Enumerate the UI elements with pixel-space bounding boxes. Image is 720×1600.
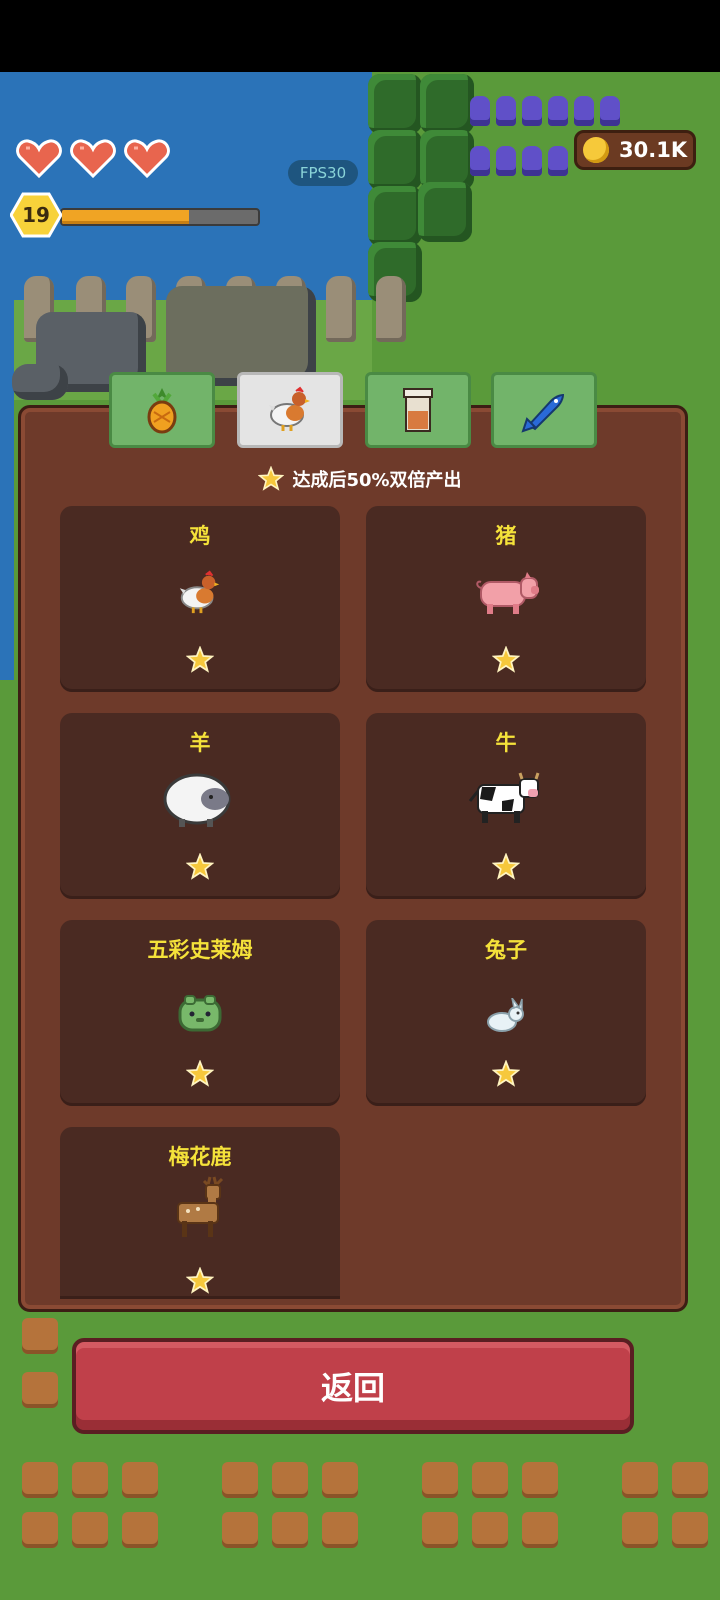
- tab-crops[interactable]: [109, 372, 215, 448]
- back-button[interactable]: 返回: [72, 1338, 634, 1434]
- collection-card-pig[interactable]: 猪: [366, 506, 646, 692]
- tab-products[interactable]: [365, 372, 471, 448]
- bonus-text: 达成后50%双倍产出: [292, 470, 462, 491]
- soil-plot[interactable]: [422, 1462, 458, 1498]
- lavender-plant: [470, 96, 490, 126]
- soil-plot[interactable]: [422, 1512, 458, 1548]
- soil-plot[interactable]: [522, 1512, 558, 1548]
- card-title: 梅花鹿: [168, 1145, 232, 1169]
- star-icon: [186, 1267, 214, 1294]
- lavender-plant: [574, 96, 594, 126]
- star-icon: [492, 1060, 520, 1087]
- level-number: 19: [22, 203, 50, 227]
- lavender-plant: [470, 146, 490, 176]
- soil-plot[interactable]: [522, 1462, 558, 1498]
- star-icon: [186, 646, 214, 673]
- soil-plot[interactable]: [322, 1462, 358, 1498]
- statue: [376, 276, 406, 342]
- tree: [420, 130, 474, 190]
- lavender-plant: [600, 96, 620, 126]
- card-title: 兔子: [485, 938, 527, 962]
- tree: [418, 182, 472, 242]
- card-title: 猪: [495, 524, 517, 548]
- fps-counter: FPS30: [288, 160, 358, 186]
- heart-icon: [70, 139, 116, 178]
- collection-card-deer[interactable]: 梅花鹿: [60, 1127, 340, 1299]
- pineapple-icon: [147, 388, 177, 434]
- soil-plot[interactable]: [272, 1462, 308, 1498]
- health-hearts: [16, 138, 170, 178]
- xp-bar: [60, 208, 260, 226]
- collection-card-cow[interactable]: 牛: [366, 713, 646, 899]
- soil-plot[interactable]: [272, 1512, 308, 1548]
- lake: [0, 72, 372, 300]
- star-icon: [258, 466, 285, 491]
- soil-plot[interactable]: [472, 1462, 508, 1498]
- collection-card-rabbit[interactable]: 兔子: [366, 920, 646, 1106]
- soil-plot[interactable]: [672, 1462, 708, 1498]
- card-title: 五彩史莱姆: [147, 938, 253, 962]
- soil-plot[interactable]: [122, 1512, 158, 1548]
- star-icon: [186, 1060, 214, 1087]
- lavender-plant: [496, 146, 516, 176]
- star-icon: [492, 853, 520, 880]
- heart-icon: [124, 139, 170, 178]
- status-bar: [0, 0, 720, 72]
- soil-plot[interactable]: [622, 1462, 658, 1498]
- collection-card-slime[interactable]: 五彩史莱姆: [60, 920, 340, 1106]
- card-title: 鸡: [189, 524, 211, 548]
- cow-icon: [468, 772, 540, 823]
- chicken-icon: [179, 570, 220, 614]
- tab-animals[interactable]: [237, 372, 343, 448]
- soil-plot[interactable]: [22, 1512, 58, 1548]
- heart-icon: [16, 139, 62, 178]
- statue: [326, 276, 356, 342]
- lavender-plant: [496, 96, 516, 126]
- collection-card-chicken[interactable]: 鸡: [60, 506, 340, 692]
- soil-plot[interactable]: [22, 1318, 58, 1354]
- lavender-plant: [548, 146, 568, 176]
- ore-rock: [166, 286, 316, 386]
- lavender-plant: [548, 96, 568, 126]
- collection-card-sheep[interactable]: 羊: [60, 713, 340, 899]
- soil-plot[interactable]: [222, 1462, 258, 1498]
- soil-plot[interactable]: [122, 1462, 158, 1498]
- sheep-icon: [163, 773, 231, 827]
- jar-icon: [403, 388, 433, 432]
- soil-plot[interactable]: [472, 1512, 508, 1548]
- rock: [12, 364, 68, 400]
- xp-bar-fill: [62, 210, 190, 224]
- rabbit-icon: [487, 998, 524, 1032]
- soil-plot[interactable]: [322, 1512, 358, 1548]
- soil-plot[interactable]: [72, 1462, 108, 1498]
- soil-plot[interactable]: [672, 1512, 708, 1548]
- tab-fish[interactable]: [491, 372, 597, 448]
- soil-plot[interactable]: [22, 1462, 58, 1498]
- coin-counter[interactable]: 30.1K: [574, 130, 696, 170]
- star-icon: [492, 646, 520, 673]
- tree: [420, 74, 474, 134]
- soil-plot[interactable]: [622, 1512, 658, 1548]
- chicken-icon: [269, 386, 310, 431]
- fish-icon: [521, 393, 565, 433]
- card-title: 羊: [189, 731, 211, 755]
- coin-icon: [583, 137, 609, 163]
- bonus-info: 达成后50%双倍产出: [0, 462, 720, 496]
- slime-icon: [178, 995, 222, 1032]
- coin-amount: 30.1K: [619, 138, 688, 162]
- soil-plot[interactable]: [22, 1372, 58, 1408]
- tree: [368, 130, 422, 190]
- star-icon: [186, 853, 214, 880]
- card-title: 牛: [495, 731, 517, 755]
- tree: [368, 74, 422, 134]
- pig-icon: [476, 572, 539, 614]
- soil-plot[interactable]: [72, 1512, 108, 1548]
- tree: [368, 186, 422, 246]
- soil-plot[interactable]: [222, 1512, 258, 1548]
- lavender-plant: [522, 146, 542, 176]
- deer-icon: [177, 1176, 224, 1237]
- lavender-plant: [522, 96, 542, 126]
